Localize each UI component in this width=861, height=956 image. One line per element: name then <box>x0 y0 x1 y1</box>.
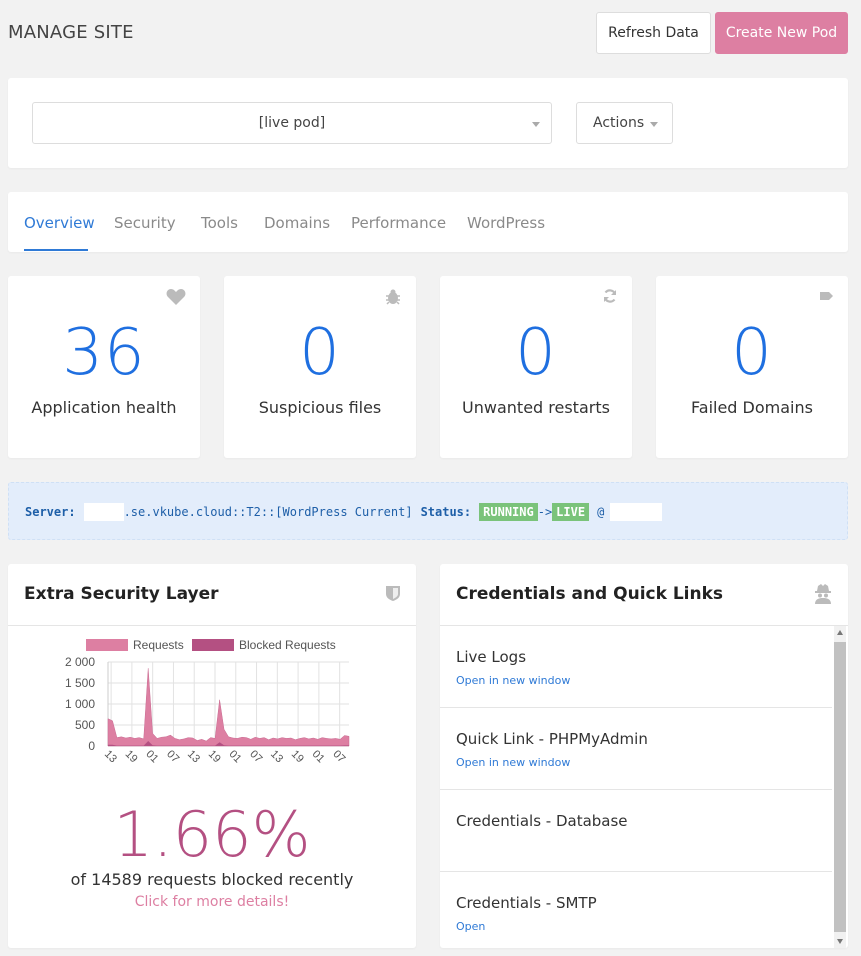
user-secret-icon <box>814 584 832 609</box>
page-title: MANAGE SITE <box>8 22 134 43</box>
bug-icon <box>384 288 402 311</box>
credentials-card-title: Credentials and Quick Links <box>456 584 724 604</box>
stat-card-application-health: 36 Application health <box>8 276 200 458</box>
list-item-title: Credentials - SMTP <box>456 894 597 912</box>
redacted-ip <box>610 503 663 521</box>
list-item-database-credentials[interactable]: Credentials - Database <box>440 790 832 872</box>
at-sign: @ <box>597 505 605 519</box>
requests-area-series <box>107 668 350 747</box>
stat-value: 0 <box>299 316 341 390</box>
tab-performance[interactable]: Performance <box>351 214 446 232</box>
y-tick-label: 0 <box>88 739 95 753</box>
chart-legend: Requests Blocked Requests <box>86 638 336 652</box>
tab-security[interactable]: Security <box>114 214 176 232</box>
y-tick-label: 1 000 <box>65 697 95 711</box>
scroll-thumb[interactable] <box>834 642 846 932</box>
card-divider <box>8 625 416 626</box>
refresh-icon <box>602 288 618 309</box>
stat-label: Application health <box>31 398 177 417</box>
x-tick-label: 07 <box>247 748 264 765</box>
y-tick-label: 500 <box>75 718 95 732</box>
security-card: Extra Security Layer Requests Blocked Req… <box>8 564 416 948</box>
stat-value: 0 <box>515 316 557 390</box>
x-tick-label: 13 <box>185 748 202 765</box>
requests-chart: Requests Blocked Requests 2 000 1 500 1 000… <box>65 638 350 765</box>
stat-card-failed-domains: 0 Failed Domains <box>656 276 848 458</box>
stat-label: Failed Domains <box>691 398 813 417</box>
chevron-down-icon <box>650 122 658 127</box>
list-item-live-logs: Live Logs Open in new window <box>440 626 832 708</box>
blocked-summary: of 14589 requests blocked recently <box>70 870 354 889</box>
x-tick-label: 07 <box>164 748 181 765</box>
list-item-title: Live Logs <box>456 648 527 666</box>
legend-label: Requests <box>133 638 184 652</box>
redacted-host <box>83 503 124 521</box>
x-tick-label: 13 <box>102 748 119 765</box>
server-label: Server: <box>25 505 76 519</box>
more-details-link[interactable]: Click for more details! <box>8 894 416 910</box>
server-status-bar: Server: .se.vkube.cloud::T2::[WordPress … <box>8 482 848 540</box>
open-phpmyadmin-link[interactable]: Open in new window <box>456 756 570 769</box>
x-tick-label: 01 <box>143 748 160 765</box>
stat-label: Unwanted restarts <box>462 398 610 417</box>
blocked-percentage: 1.66% <box>113 798 311 871</box>
tab-wordpress[interactable]: WordPress <box>467 214 545 232</box>
x-tick-label: 19 <box>206 748 223 765</box>
legend-swatch <box>192 639 234 651</box>
status-label: Status: <box>420 505 472 519</box>
tab-domains[interactable]: Domains <box>264 214 330 232</box>
credentials-scrollbar[interactable] <box>834 626 846 948</box>
y-tick-label: 2 000 <box>65 655 95 669</box>
legend-label: Blocked Requests <box>239 638 336 652</box>
chart-y-ticks: 2 000 1 500 1 000 500 0 <box>65 655 95 753</box>
status-live-badge: LIVE <box>552 503 590 521</box>
scroll-down-arrow-icon[interactable] <box>837 939 843 944</box>
pod-select-value: [live pod] <box>258 115 326 131</box>
actions-label: Actions <box>593 115 645 131</box>
status-arrow: -> <box>537 505 553 519</box>
stat-card-unwanted-restarts: 0 Unwanted restarts <box>440 276 632 458</box>
heart-icon <box>166 288 186 311</box>
chevron-down-icon <box>532 122 540 127</box>
chart-x-ticks: 13 19 01 07 13 19 01 07 13 19 01 07 <box>102 748 348 765</box>
open-smtp-link[interactable]: Open <box>456 920 485 933</box>
x-tick-label: 19 <box>289 748 306 765</box>
stat-label: Suspicious files <box>258 398 382 417</box>
stat-value: 0 <box>731 316 773 390</box>
stat-value: 36 <box>62 316 146 390</box>
x-tick-label: 07 <box>330 748 347 765</box>
refresh-data-button[interactable]: Refresh Data <box>596 12 711 54</box>
server-host: .se.vkube.cloud::T2::[WordPress Current] <box>123 505 413 519</box>
tab-bar: Overview Security Tools Domains Performa… <box>8 192 848 252</box>
stat-card-suspicious-files: 0 Suspicious files <box>224 276 416 458</box>
pod-select[interactable]: [live pod] <box>32 102 552 144</box>
shield-icon <box>384 584 402 607</box>
create-new-pod-button[interactable]: Create New Pod <box>715 12 848 54</box>
list-item-title: Credentials - Database <box>456 812 628 830</box>
active-tab-indicator <box>24 249 88 251</box>
tab-overview[interactable]: Overview <box>24 214 95 232</box>
tag-icon <box>818 288 834 309</box>
y-tick-label: 1 500 <box>65 676 95 690</box>
tab-tools[interactable]: Tools <box>201 214 238 232</box>
x-tick-label: 19 <box>123 748 140 765</box>
actions-dropdown-button[interactable]: Actions <box>576 102 673 144</box>
security-card-title: Extra Security Layer <box>24 584 219 604</box>
list-item-phpmyadmin: Quick Link - PHPMyAdmin Open in new wind… <box>440 708 832 790</box>
credentials-card: Credentials and Quick Links Live Logs Op… <box>440 564 848 948</box>
x-tick-label: 01 <box>310 748 327 765</box>
pod-selector-card: [live pod] Actions <box>8 78 848 168</box>
list-item-smtp-credentials: Credentials - SMTP Open <box>440 872 832 948</box>
legend-swatch <box>86 639 128 651</box>
x-tick-label: 13 <box>268 748 285 765</box>
list-item-title: Quick Link - PHPMyAdmin <box>456 730 648 748</box>
x-tick-label: 01 <box>226 748 243 765</box>
status-running-badge: RUNNING <box>479 503 538 521</box>
open-live-logs-link[interactable]: Open in new window <box>456 674 570 687</box>
scroll-up-arrow-icon[interactable] <box>837 630 843 635</box>
